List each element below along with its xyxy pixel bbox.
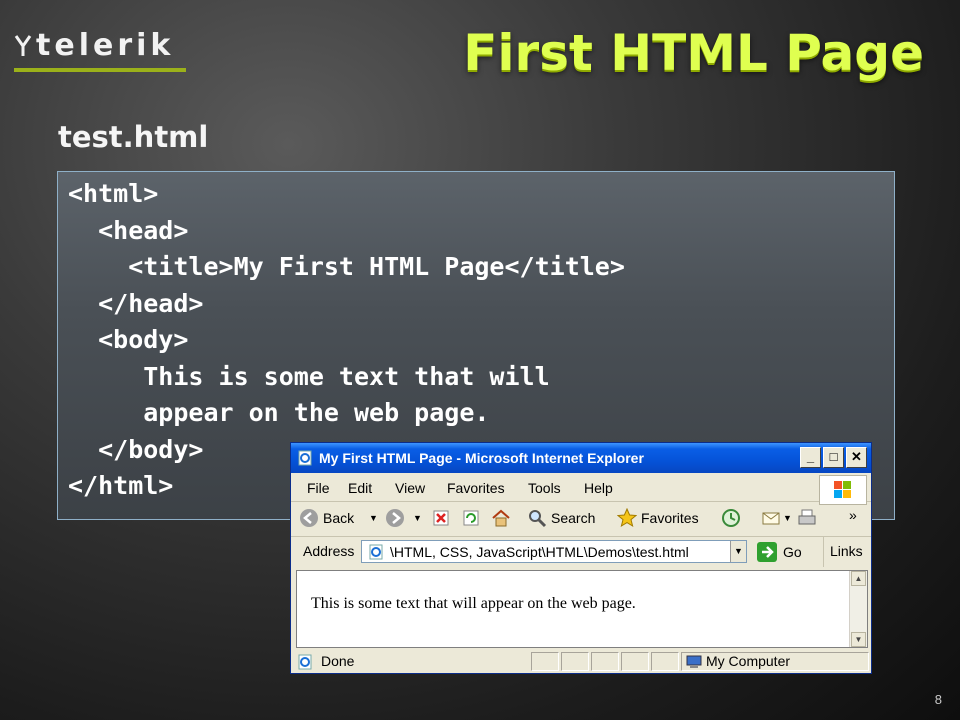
slide-title: First HTML Page xyxy=(463,24,924,82)
forward-dropdown-icon[interactable]: ▼ xyxy=(413,513,422,523)
scroll-up-icon[interactable]: ▲ xyxy=(851,571,866,586)
status-text: Done xyxy=(321,653,355,669)
links-label: Links xyxy=(830,543,863,559)
zone-segment: My Computer xyxy=(681,652,869,671)
logo-underline xyxy=(14,68,186,72)
print-icon[interactable] xyxy=(797,508,817,528)
back-arrow-icon[interactable] xyxy=(299,508,319,528)
address-field[interactable]: \HTML, CSS, JavaScript\HTML\Demos\test.h… xyxy=(361,540,747,563)
ie-page-icon xyxy=(298,450,312,466)
go-label: Go xyxy=(783,544,802,560)
close-button[interactable]: ✕ xyxy=(846,447,867,468)
scroll-down-icon[interactable]: ▼ xyxy=(851,632,866,647)
forward-arrow-icon[interactable] xyxy=(385,508,405,528)
links-button[interactable]: Links xyxy=(823,537,872,567)
my-computer-icon xyxy=(686,655,702,668)
status-segment xyxy=(651,652,679,671)
go-arrow-icon xyxy=(757,542,777,562)
ie-title-text: My First HTML Page - Microsoft Internet … xyxy=(319,450,644,466)
maximize-button[interactable]: □ xyxy=(823,447,844,468)
page-number: 8 xyxy=(934,692,942,707)
menu-favorites[interactable]: Favorites xyxy=(447,480,505,496)
file-name-heading: test.html xyxy=(58,120,209,154)
menu-help[interactable]: Help xyxy=(584,480,613,496)
menu-view[interactable]: View xyxy=(395,480,425,496)
toolbar-overflow-icon[interactable]: » xyxy=(849,507,857,523)
telerik-logo: telerik xyxy=(14,28,186,74)
page-body-text: This is some text that will appear on th… xyxy=(311,595,636,612)
back-button-label[interactable]: Back xyxy=(323,510,354,526)
windows-logo-icon xyxy=(819,475,867,505)
home-icon[interactable] xyxy=(491,508,511,528)
page-icon xyxy=(369,544,383,560)
address-bar: Address \HTML, CSS, JavaScript\HTML\Demo… xyxy=(291,537,871,569)
menu-tools[interactable]: Tools xyxy=(528,480,561,496)
mail-dropdown-icon[interactable]: ▼ xyxy=(783,513,792,523)
vertical-scrollbar[interactable]: ▲ ▼ xyxy=(849,571,867,647)
address-dropdown-icon[interactable]: ▼ xyxy=(730,541,746,562)
status-bar: Done My Computer xyxy=(291,649,871,674)
back-dropdown-icon[interactable]: ▼ xyxy=(369,513,378,523)
menu-bar: File Edit View Favorites Tools Help xyxy=(291,473,871,502)
status-segment xyxy=(531,652,559,671)
favorites-star-icon[interactable] xyxy=(617,508,637,528)
address-value: \HTML, CSS, JavaScript\HTML\Demos\test.h… xyxy=(390,544,689,560)
stop-icon[interactable] xyxy=(431,508,451,528)
telerik-logo-icon xyxy=(14,35,32,56)
status-page-icon xyxy=(298,654,312,670)
menu-edit[interactable]: Edit xyxy=(348,480,372,496)
standard-toolbar: Back ▼ ▼ Search Favorites ▼ » xyxy=(291,502,871,537)
ie-titlebar[interactable]: My First HTML Page - Microsoft Internet … xyxy=(291,443,871,473)
page-content-area: This is some text that will appear on th… xyxy=(296,570,868,648)
zone-text: My Computer xyxy=(706,653,791,669)
status-segment xyxy=(591,652,619,671)
logo-text: telerik xyxy=(36,28,175,63)
mail-icon[interactable] xyxy=(761,508,781,528)
status-segment xyxy=(561,652,589,671)
menu-file[interactable]: File xyxy=(307,480,330,496)
search-button-label[interactable]: Search xyxy=(551,510,595,526)
status-segment xyxy=(621,652,649,671)
minimize-button[interactable]: _ xyxy=(800,447,821,468)
history-icon[interactable] xyxy=(721,508,741,528)
refresh-icon[interactable] xyxy=(461,508,481,528)
address-label: Address xyxy=(303,543,355,559)
search-icon[interactable] xyxy=(527,508,547,528)
favorites-button-label[interactable]: Favorites xyxy=(641,510,699,526)
ie-window: My First HTML Page - Microsoft Internet … xyxy=(290,442,872,674)
